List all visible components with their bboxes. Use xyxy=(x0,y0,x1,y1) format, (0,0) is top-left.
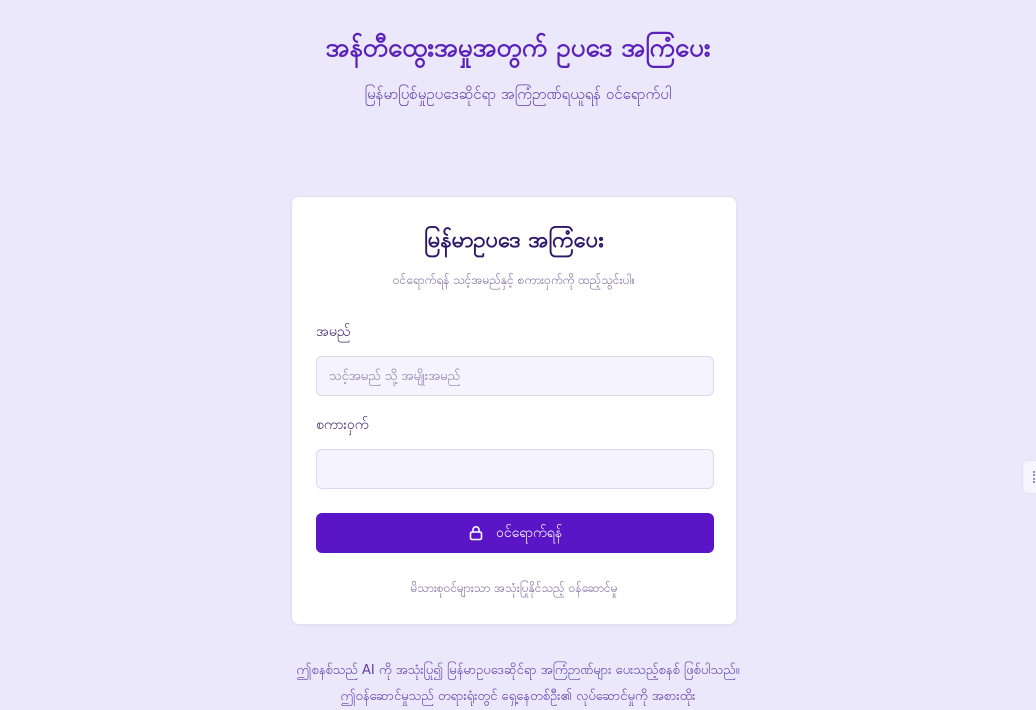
login-button[interactable]: ဝင်ရောက်ရန် xyxy=(316,513,714,553)
password-label: စကားဝှက် xyxy=(316,417,369,433)
disclaimer-text: ဤစနစ်သည် AI ကို အသုံးပြု၍ မြန်မာဥပဒေဆိုင… xyxy=(296,663,740,704)
name-label: အမည် xyxy=(316,324,351,340)
lock-icon xyxy=(468,525,484,541)
app-subtitle: မြန်မာပြစ်မှုဥပဒေဆိုင်ရာ အကြံဉာဏ်ရယူရန် … xyxy=(364,85,672,103)
password-input[interactable] xyxy=(316,449,714,489)
login-button-label: ဝင်ရောက်ရန် xyxy=(495,524,562,541)
login-card-subtitle: ဝင်ရောက်ရန် သင့်အမည်နှင့် စကားဝှက်ကို ထည… xyxy=(392,273,636,287)
login-card-title: မြန်မာဥပဒေ အကြံပေး xyxy=(424,228,604,253)
app-title: အန်တီထွေးအမှုအတွက် ဥပဒေ အကြံပေး xyxy=(325,33,711,63)
card-footer-note: မိသားစုဝင်များသာ အသုံးပြုနိုင်သည့် ဝန်ဆေ… xyxy=(410,581,618,595)
side-drag-handle[interactable] xyxy=(1022,460,1036,494)
page-header: အန်တီထွေးအမှုအတွက် ဥပဒေ အကြံပေး မြန်မာပြ… xyxy=(0,22,1036,108)
login-card: မြန်မာဥပဒေ အကြံပေး ဝင်ရောက်ရန် သင့်အမည်န… xyxy=(291,196,737,625)
name-input[interactable] xyxy=(316,356,714,396)
